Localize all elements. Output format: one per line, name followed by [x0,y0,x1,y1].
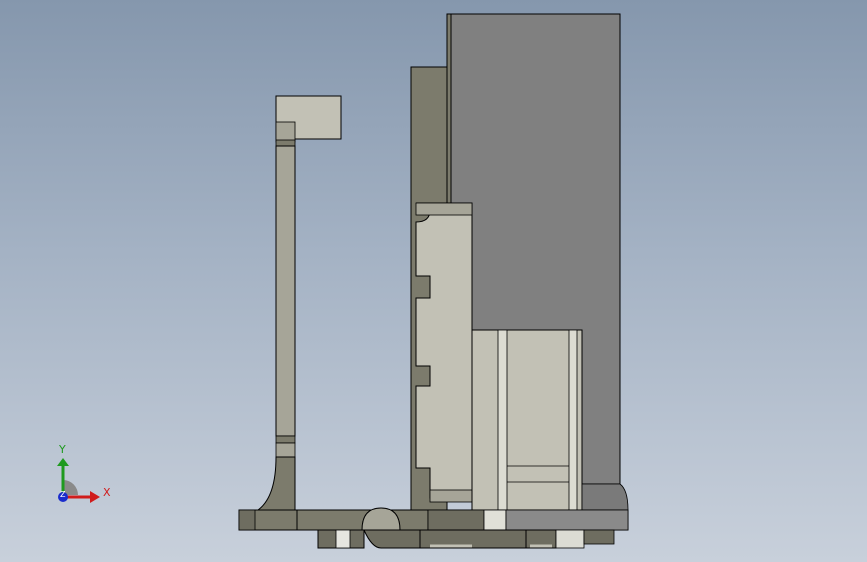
y-axis-label: Y [59,443,66,456]
x-axis-arrowhead-icon [90,491,100,503]
cad-viewport[interactable]: Y X Z [0,0,867,562]
x-axis-label: X [103,486,111,499]
y-axis-arrowhead-icon [57,458,69,466]
bottom-pins[interactable] [317,529,615,549]
stepped-panel[interactable] [415,202,473,503]
base-plate[interactable] [238,507,629,531]
left-upright[interactable] [253,95,342,513]
z-axis-label: Z [60,490,66,499]
part-model[interactable] [0,0,867,562]
